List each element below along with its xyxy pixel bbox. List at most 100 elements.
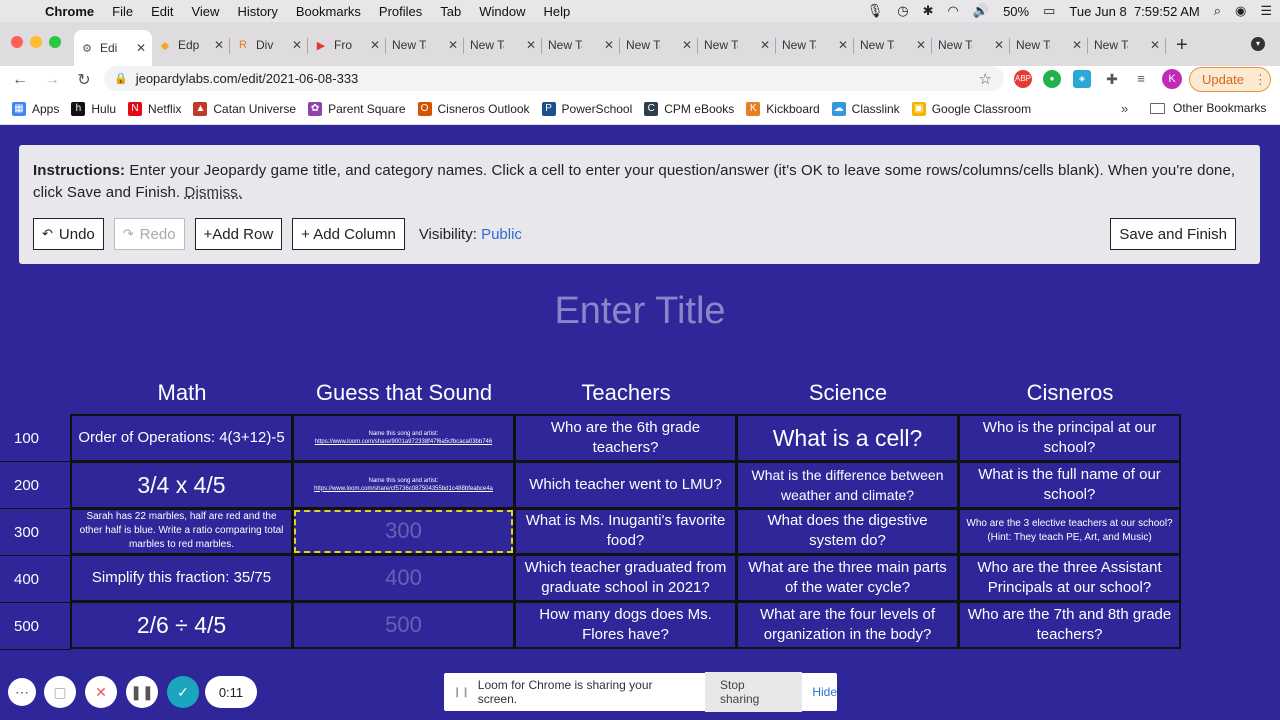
tab-close-icon[interactable]: ✕ [916, 38, 926, 52]
bluetooth-icon[interactable]: ✱ [923, 3, 934, 19]
board-cell[interactable]: What is a cell? [738, 416, 957, 460]
tab-6[interactable]: New Ta ✕ [464, 30, 542, 60]
board-cell[interactable]: Which teacher went to LMU? [516, 462, 735, 507]
tab-7[interactable]: New Ta ✕ [542, 30, 620, 60]
category-5[interactable]: Cisneros [959, 380, 1181, 406]
volume-icon[interactable]: 🔊 [973, 3, 989, 19]
tab-3[interactable]: R Div ✕ [230, 30, 308, 60]
microphone-icon[interactable]: 🎙 [867, 3, 884, 19]
bookmark-cisneros-outlook[interactable]: O Cisneros Outlook [417, 101, 530, 116]
reading-list-icon[interactable]: ≡ [1132, 70, 1150, 88]
add-column-button[interactable]: + Add Column [292, 218, 405, 250]
save-and-finish-button[interactable]: Save and Finish [1110, 218, 1236, 250]
tab-10[interactable]: New Ta ✕ [776, 30, 854, 60]
board-cell[interactable]: What are the three main parts of the wat… [738, 556, 957, 601]
add-row-button[interactable]: +Add Row [194, 218, 283, 250]
recorder-pause-icon[interactable]: ❚❚ [126, 676, 158, 708]
board-cell[interactable]: 3/4 x 4/5 [72, 462, 291, 507]
adblock-extension-icon[interactable]: ABP [1014, 70, 1032, 88]
minimize-window-button[interactable] [30, 36, 42, 48]
tab-close-icon[interactable]: ✕ [1150, 38, 1160, 52]
extensions-puzzle-icon[interactable]: ✚ [1103, 70, 1121, 88]
tab-12[interactable]: New Ta ✕ [932, 30, 1010, 60]
tab-11[interactable]: New Ta ✕ [854, 30, 932, 60]
clock[interactable]: Tue Jun 8 7:59:52 AM [1069, 4, 1199, 19]
tab-4[interactable]: ▶ Fro ✕ [308, 30, 386, 60]
category-3[interactable]: Teachers [515, 380, 737, 406]
menu-help[interactable]: Help [535, 4, 580, 19]
category-1[interactable]: Math [71, 380, 293, 406]
time-machine-icon[interactable]: ◷ [897, 3, 908, 19]
tab-close-icon[interactable]: ✕ [838, 38, 848, 52]
bookmark-google-classroom[interactable]: ▣ Google Classroom [911, 101, 1031, 116]
menu-bookmarks[interactable]: Bookmarks [287, 4, 370, 19]
board-cell[interactable]: Who are the 7th and 8th grade teachers? [960, 603, 1179, 647]
chrome-update-button[interactable]: Update ⋮ [1189, 67, 1271, 92]
battery-percent[interactable]: 50% [1003, 4, 1029, 19]
category-2[interactable]: Guess that Sound [293, 380, 515, 406]
tab-close-icon[interactable]: ✕ [994, 38, 1004, 52]
cell-link[interactable]: https://www.loom.com/share/9001a972338f4… [315, 438, 492, 446]
recorder-more-icon[interactable]: ⋯ [8, 678, 36, 706]
board-cell[interactable]: Who are the 3 elective teachers at our s… [960, 509, 1179, 554]
redo-button[interactable]: ↷ Redo [113, 218, 185, 250]
control-center-icon[interactable]: ☰ [1260, 3, 1272, 19]
tab-close-icon[interactable]: ✕ [292, 38, 302, 52]
bookmark-cpm-ebooks[interactable]: C CPM eBooks [644, 101, 734, 116]
tab-14[interactable]: New Ta ✕ [1088, 30, 1166, 60]
board-cell[interactable]: Who are the three Assistant Principals a… [960, 556, 1179, 601]
board-cell[interactable]: Simplify this fraction: 35/75 [72, 556, 291, 601]
board-cell[interactable]: What is the difference between weather a… [738, 462, 957, 507]
board-cell[interactable]: What is the full name of our school? [960, 462, 1179, 507]
tab-close-icon[interactable]: ✕ [136, 41, 146, 55]
tab-1[interactable]: ⚙ Edi ✕ [74, 30, 152, 66]
menu-edit[interactable]: Edit [142, 4, 182, 19]
board-cell[interactable]: What does the digestive system do? [738, 509, 957, 554]
menu-app-name[interactable]: Chrome [36, 4, 103, 19]
menu-file[interactable]: File [103, 4, 142, 19]
bookmark-powerschool[interactable]: P PowerSchool [541, 101, 632, 116]
drag-handle-icon[interactable]: ❙❙ [453, 687, 470, 698]
tab-close-icon[interactable]: ✕ [526, 38, 536, 52]
board-cell[interactable]: How many dogs does Ms. Flores have? [516, 603, 735, 647]
tab-search-icon[interactable]: ▾ [1251, 37, 1265, 51]
back-button[interactable]: ← [8, 71, 32, 89]
menu-history[interactable]: History [228, 4, 286, 19]
zoom-window-button[interactable] [49, 36, 61, 48]
profile-avatar[interactable]: K [1162, 69, 1182, 89]
tab-close-icon[interactable]: ✕ [682, 38, 692, 52]
recorder-cancel-icon[interactable]: ✕ [85, 676, 117, 708]
bookmark-star-icon[interactable]: ☆ [979, 70, 992, 88]
cell-link[interactable]: https://www.loom.com/share/cf5736c087504… [314, 485, 493, 493]
board-cell[interactable]: Sarah has 22 marbles, half are red and t… [72, 509, 291, 554]
board-cell[interactable]: Name this song and artist: https://www.lo… [294, 416, 513, 460]
bookmark-kickboard[interactable]: K Kickboard [746, 101, 820, 116]
siri-icon[interactable]: ◉ [1235, 3, 1246, 19]
board-cell[interactable]: 300 [294, 509, 513, 554]
tab-13[interactable]: New Ta ✕ [1010, 30, 1088, 60]
bookmark-hulu[interactable]: h Hulu [71, 101, 116, 116]
lock-icon[interactable]: 🔒 [114, 72, 128, 85]
extension-green-icon[interactable]: ● [1043, 70, 1061, 88]
menu-view[interactable]: View [182, 4, 228, 19]
more-bookmarks-icon[interactable]: » [1121, 101, 1128, 116]
stop-sharing-button[interactable]: Stop sharing [704, 672, 803, 712]
hide-button[interactable]: Hide [812, 685, 837, 699]
board-cell[interactable]: 400 [294, 556, 513, 601]
tab-5[interactable]: New Ta ✕ [386, 30, 464, 60]
menu-profiles[interactable]: Profiles [370, 4, 431, 19]
recorder-finish-icon[interactable]: ✓ [167, 676, 199, 708]
dismiss-link[interactable]: Dismiss. [185, 184, 242, 201]
tab-close-icon[interactable]: ✕ [1072, 38, 1082, 52]
board-cell[interactable]: 2/6 ÷ 4/5 [72, 603, 291, 647]
reload-button[interactable]: ↻ [72, 70, 96, 90]
bookmark-classlink[interactable]: ☁ Classlink [831, 101, 900, 116]
battery-icon[interactable]: ▭ [1043, 3, 1055, 19]
board-cell[interactable]: 500 [294, 603, 513, 647]
tab-2[interactable]: ◆ Edp ✕ [152, 30, 230, 60]
other-bookmarks[interactable]: Other Bookmarks [1150, 101, 1266, 115]
bookmark-catan-universe[interactable]: ▲ Catan Universe [193, 101, 296, 116]
menu-window[interactable]: Window [470, 4, 534, 19]
menu-tab[interactable]: Tab [431, 4, 470, 19]
tab-8[interactable]: New Ta ✕ [620, 30, 698, 60]
